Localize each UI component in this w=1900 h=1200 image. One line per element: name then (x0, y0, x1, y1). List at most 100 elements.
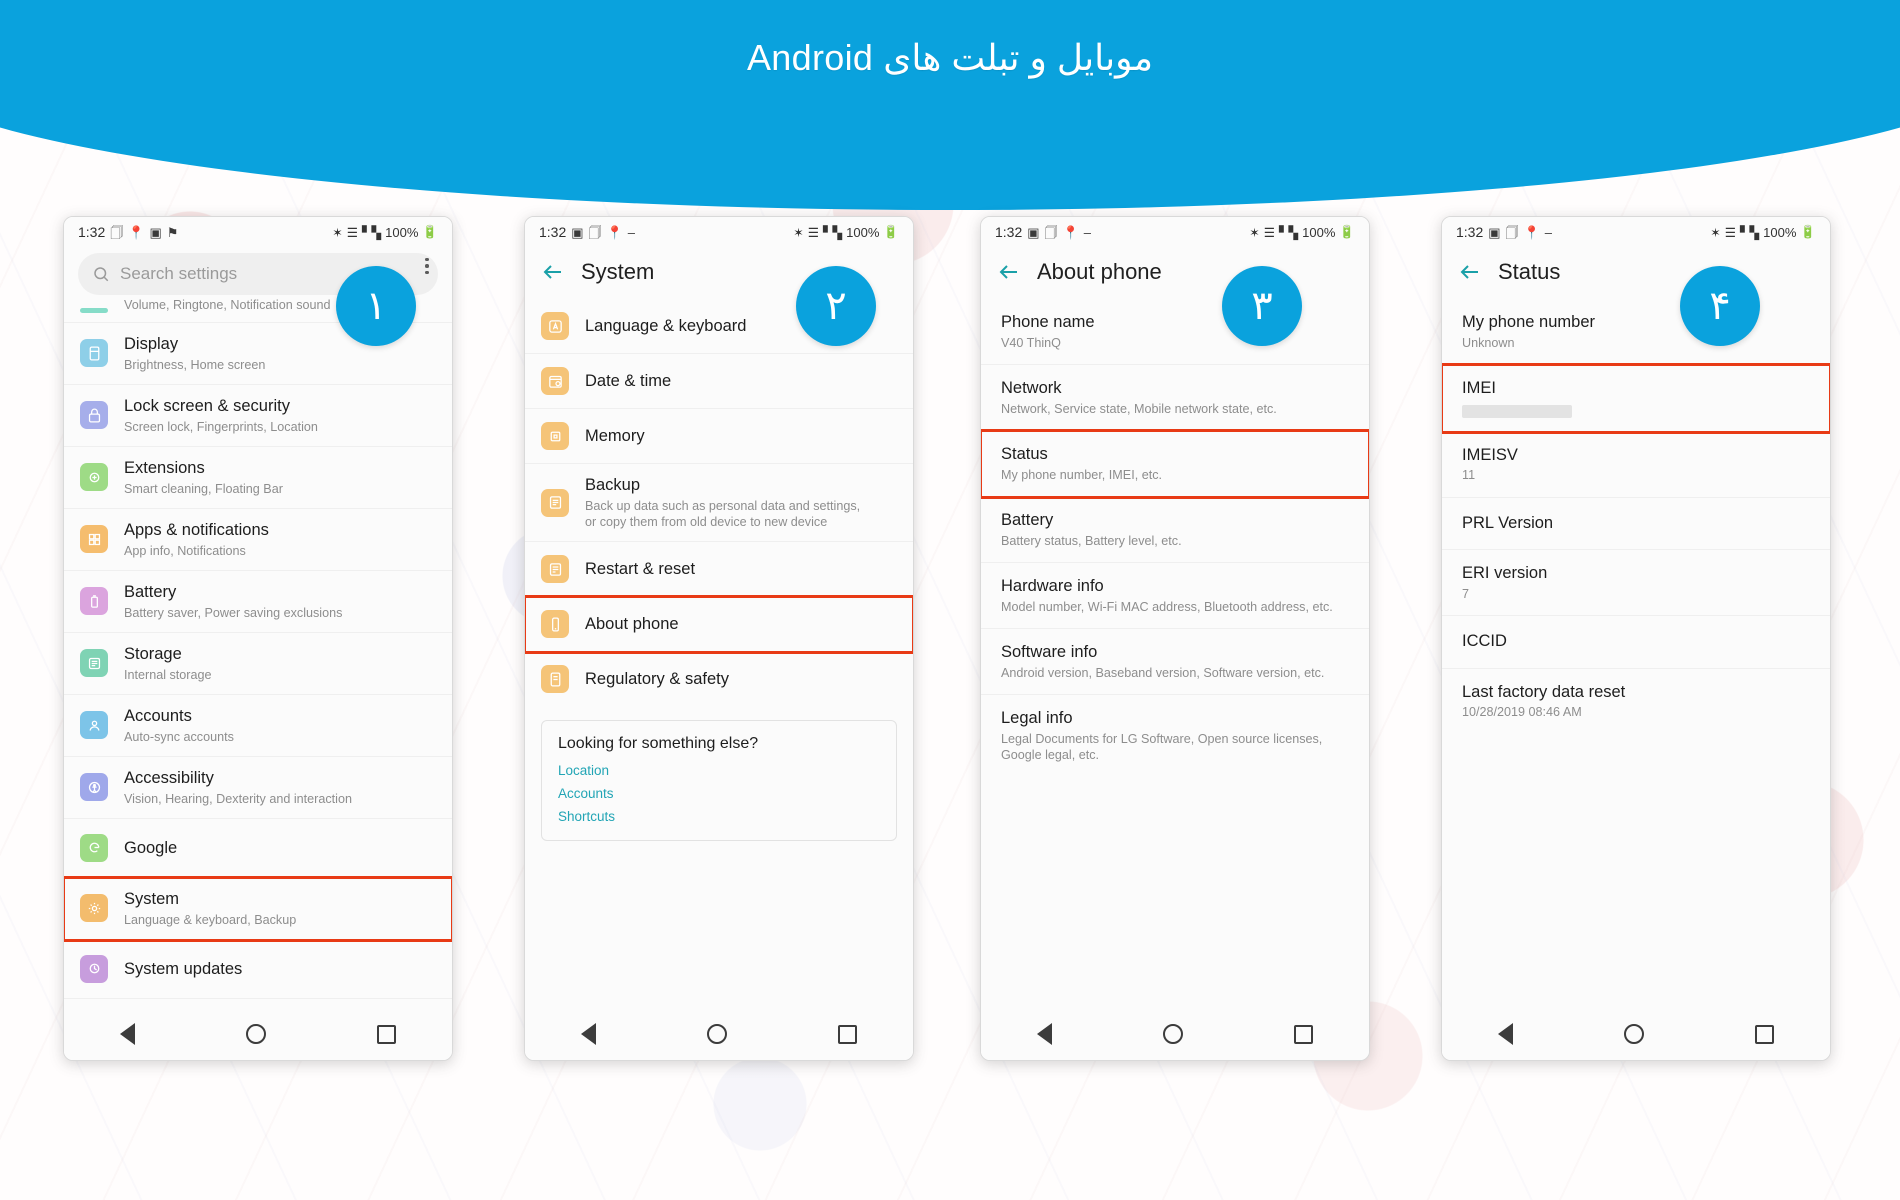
list-item-text: Restart & reset (585, 559, 695, 580)
list-item-subtitle: Legal Documents for LG Software, Open so… (1001, 731, 1323, 762)
list-item-title: About phone (585, 615, 679, 634)
settings-list-1: Volume, Ringtone, Notification sound Dis… (64, 297, 452, 999)
card-link-accounts[interactable]: Accounts (558, 786, 880, 801)
phone-screenshot-2: 1:32 ▣ 🗍 📍 – ✶ ☰ ▘▚ 100% 🔋 System Langua… (524, 216, 914, 1061)
sidebar-item-battery[interactable]: Battery Battery saver, Power saving excl… (64, 570, 452, 633)
nav-home-icon[interactable] (706, 1024, 727, 1044)
list-item-title: System updates (124, 959, 243, 978)
sidebar-item-accounts[interactable]: Accounts Auto-sync accounts (64, 694, 452, 757)
copy-icon: 🗍 (1505, 224, 1519, 240)
list-item-subtitle: Back up data such as personal data and s… (585, 498, 861, 529)
back-arrow-icon[interactable] (1458, 260, 1482, 284)
sidebar-item-extensions[interactable]: Extensions Smart cleaning, Floating Bar (64, 446, 452, 509)
extensions-icon (80, 463, 108, 492)
sound-icon (80, 308, 108, 313)
list-item-subtitle: Internal storage (124, 667, 212, 682)
list-item-prl-version[interactable]: PRL Version (1442, 497, 1830, 551)
sidebar-item-system[interactable]: System Language & keyboard, Backup (64, 875, 452, 942)
list-item-title: My phone number (1462, 313, 1595, 331)
back-arrow-icon[interactable] (997, 260, 1021, 284)
nav-recents-icon[interactable] (1755, 1024, 1775, 1044)
list-item-title: IMEISV (1462, 445, 1518, 464)
list-item-iccid[interactable]: ICCID (1442, 616, 1830, 669)
search-placeholder: Search settings (120, 264, 238, 283)
list-item-subtitle: Unknown (1462, 335, 1515, 350)
list-item-title: Last factory data reset (1462, 682, 1626, 701)
list-item-backup[interactable]: Backup Back up data such as personal dat… (525, 464, 913, 543)
accessibility-icon (80, 773, 108, 802)
list-item-text: Accounts Auto-sync accounts (124, 706, 234, 745)
list-item-title: Software info (1001, 642, 1098, 661)
sidebar-item-accessibility[interactable]: Accessibility Vision, Hearing, Dexterity… (64, 756, 452, 819)
page-title: Status (1498, 259, 1561, 284)
list-item-text: System Language & keyboard, Backup (124, 889, 296, 928)
list-item-my-phone-number[interactable]: My phone number Unknown (1442, 299, 1830, 365)
list-item-imeisv[interactable]: IMEISV 11 (1442, 431, 1830, 498)
back-arrow-icon[interactable] (541, 260, 565, 284)
list-item-text: Battery Battery status, Battery level, e… (1001, 510, 1182, 549)
list-item-network[interactable]: Network Network, Service state, Mobile n… (981, 364, 1369, 431)
list-item-date-time[interactable]: Date & time (525, 354, 913, 409)
overflow-menu-icon[interactable] (416, 253, 438, 279)
list-item-subtitle: My phone number, IMEI, etc. (1001, 467, 1162, 482)
status-bar-3: 1:32 ▣ 🗍 📍 – ✶ ☰ ▘▚ 100% 🔋 (981, 217, 1369, 247)
sidebar-item-storage[interactable]: Storage Internal storage (64, 632, 452, 695)
nav-back-icon[interactable] (580, 1023, 596, 1045)
list-item-title: Regulatory & safety (585, 670, 729, 689)
list-item-imei[interactable]: IMEI (1442, 362, 1830, 434)
status-bar-left-1: 1:32 🗍 📍 ▣ ⚑ (78, 224, 178, 240)
list-item-legal-info[interactable]: Legal info Legal Documents for LG Softwa… (981, 694, 1369, 777)
card-link-shortcuts[interactable]: Shortcuts (558, 809, 880, 824)
phone-screenshot-4: 1:32 ▣ 🗍 📍 – ✶ ☰ ▘▚ 100% 🔋 Status My pho… (1441, 216, 1831, 1061)
status-bar-left-3: 1:32 ▣ 🗍 📍 – (995, 224, 1091, 240)
nav-home-icon[interactable] (245, 1024, 266, 1044)
list-item-text: Legal info Legal Documents for LG Softwa… (1001, 708, 1331, 763)
page-title: System (581, 259, 655, 284)
list-item-eri-version[interactable]: ERI version 7 (1442, 550, 1830, 617)
banner-title: موبایل و تبلت های Android (747, 37, 1154, 78)
language-icon (541, 312, 569, 340)
nav-recents-icon[interactable] (1294, 1024, 1314, 1044)
list-item-text: Google (124, 838, 177, 859)
nav-back-icon[interactable] (1497, 1023, 1513, 1045)
status-bar-left-2: 1:32 ▣ 🗍 📍 – (539, 224, 635, 240)
card-link-location[interactable]: Location (558, 763, 880, 778)
list-item-text: My phone number Unknown (1462, 312, 1595, 351)
step-badge-4: ۴ (1680, 266, 1760, 346)
status-bar-left-4: 1:32 ▣ 🗍 📍 – (1456, 224, 1552, 240)
list-item-battery[interactable]: Battery Battery status, Battery level, e… (981, 496, 1369, 563)
nav-recents-icon[interactable] (838, 1024, 858, 1044)
list-item-title: Restart & reset (585, 560, 696, 579)
list-item-subtitle: Battery status, Battery level, etc. (1001, 533, 1182, 548)
nav-back-icon[interactable] (1036, 1023, 1052, 1045)
list-item-software-info[interactable]: Software info Android version, Baseband … (981, 628, 1369, 695)
list-item-hardware-info[interactable]: Hardware info Model number, Wi-Fi MAC ad… (981, 562, 1369, 629)
list-item-title: ICCID (1462, 632, 1507, 651)
battery-icon: 🔋 (883, 224, 899, 239)
sidebar-item-system-updates[interactable]: System updates (64, 939, 452, 999)
signal-icon: ▘▚ (822, 225, 843, 240)
list-item-last-factory-data-reset[interactable]: Last factory data reset 10/28/2019 08:46… (1442, 668, 1830, 734)
list-item-regulatory-safety[interactable]: Regulatory & safety (525, 652, 913, 707)
sidebar-item-apps-notifications[interactable]: Apps & notifications App info, Notificat… (64, 508, 452, 571)
list-item-text: Language & keyboard (585, 316, 746, 337)
battery-percent: 100% (846, 224, 880, 240)
list-item-restart-reset[interactable]: Restart & reset (525, 542, 913, 598)
list-item-title: System (124, 889, 180, 908)
sidebar-item-lock-screen-security[interactable]: Lock screen & security Screen lock, Fing… (64, 384, 452, 447)
sidebar-item-google[interactable]: Google (64, 818, 452, 878)
nav-recents-icon[interactable] (377, 1024, 397, 1044)
list-item-memory[interactable]: Memory (525, 409, 913, 464)
storage-icon (80, 649, 108, 678)
memory-chip-icon (541, 422, 569, 450)
nav-home-icon[interactable] (1623, 1024, 1644, 1044)
nav-back-icon[interactable] (119, 1023, 135, 1045)
list-item-status[interactable]: Status My phone number, IMEI, etc. (981, 428, 1369, 499)
nav-home-icon[interactable] (1162, 1024, 1183, 1044)
restart-reset-icon (541, 555, 569, 584)
backup-list-icon (541, 488, 569, 517)
list-item-phone-name[interactable]: Phone name V40 ThinQ (981, 299, 1369, 365)
list-item-text: Network Network, Service state, Mobile n… (1001, 378, 1277, 417)
list-item-about-phone[interactable]: About phone (525, 595, 913, 655)
navigation-bar-2 (525, 1008, 913, 1060)
